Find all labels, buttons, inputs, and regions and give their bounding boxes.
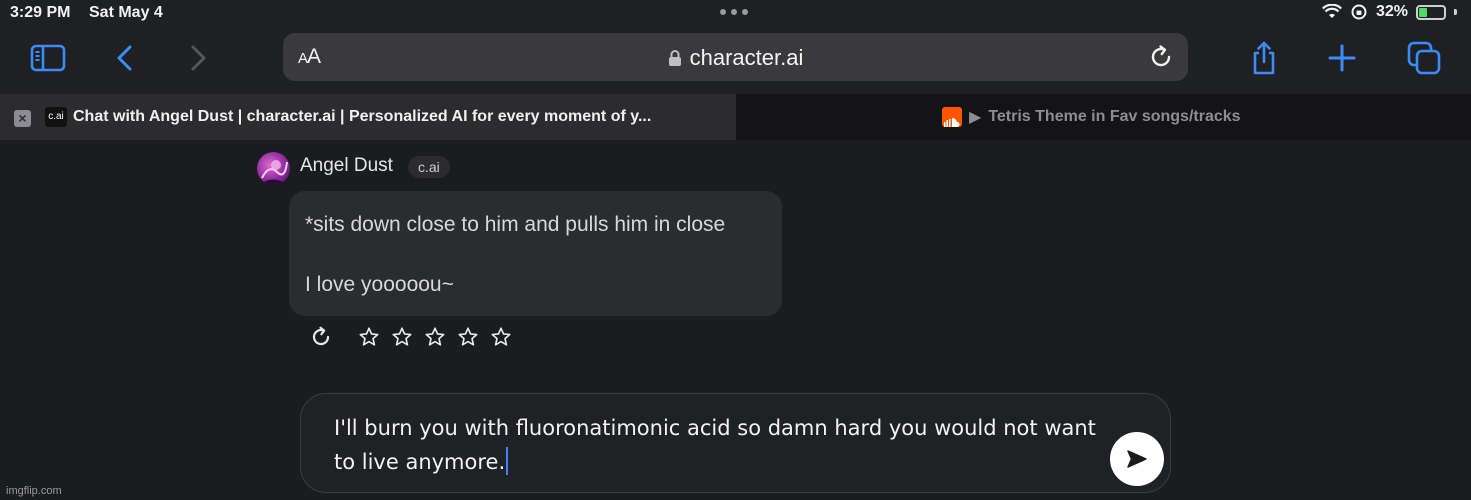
chat-area: Angel Dust c.ai *sits down close to him …	[0, 140, 1471, 500]
soundcloud-icon	[942, 107, 962, 127]
chat-input[interactable]: I'll burn you with fluoronatimonic acid …	[300, 393, 1171, 493]
sidebar-toggle-button[interactable]	[28, 40, 68, 76]
star-icon[interactable]	[391, 326, 413, 348]
status-bar: 3:29 PM Sat May 4 32%	[0, 0, 1471, 28]
url-text: character.ai	[689, 45, 804, 70]
message-line: I love yooooou~	[305, 273, 454, 296]
star-icon[interactable]	[424, 326, 446, 348]
share-icon	[1253, 41, 1275, 75]
plus-icon	[1328, 44, 1356, 72]
message-line: *sits down close to him and pulls him in…	[305, 213, 726, 236]
battery-icon	[1416, 4, 1446, 20]
tab-strip: × c.ai Chat with Angel Dust | character.…	[0, 94, 1471, 140]
tabs-overview-icon	[1407, 41, 1441, 75]
browser-toolbar: AA character.ai	[0, 28, 1471, 94]
tab-soundcloud[interactable]: ▶ Tetris Theme in Fav songs/tracks	[736, 94, 1471, 140]
tab-title: Chat with Angel Dust | character.ai | Pe…	[73, 108, 652, 125]
text-caret	[506, 447, 509, 475]
rotation-lock-icon	[1351, 4, 1367, 20]
tab-overview-button[interactable]	[1404, 40, 1444, 76]
battery-percent: 32%	[1375, 3, 1408, 20]
star-icon[interactable]	[457, 326, 479, 348]
wifi-icon	[1321, 4, 1342, 18]
watermark: imgflip.com	[6, 485, 62, 497]
cai-badge: c.ai	[408, 156, 450, 178]
new-tab-button[interactable]	[1322, 40, 1362, 76]
chevron-left-icon	[117, 45, 132, 71]
sidebar-icon	[30, 44, 66, 72]
message-input-field[interactable]: I'll burn you with fluoronatimonic acid …	[334, 411, 1114, 479]
star-icon[interactable]	[490, 326, 512, 348]
share-button[interactable]	[1244, 40, 1284, 76]
forward-button[interactable]	[178, 40, 218, 76]
message-actions	[310, 326, 512, 348]
address-bar[interactable]: AA character.ai	[283, 33, 1188, 81]
status-indicators: 32%	[1321, 3, 1457, 21]
lock-icon	[668, 50, 681, 66]
cai-favicon: c.ai	[45, 107, 67, 127]
message-bubble: *sits down close to him and pulls him in…	[289, 191, 782, 316]
multitasking-dots-icon[interactable]	[720, 9, 748, 15]
star-icon[interactable]	[358, 326, 380, 348]
regenerate-icon[interactable]	[310, 326, 332, 348]
tab-title: Tetris Theme in Fav songs/tracks	[988, 108, 1241, 125]
tab-character-ai[interactable]: × c.ai Chat with Angel Dust | character.…	[0, 94, 736, 140]
send-icon	[1127, 450, 1147, 468]
send-button[interactable]	[1110, 432, 1164, 486]
status-time: 3:29 PM	[10, 4, 71, 21]
rating-stars	[358, 326, 512, 348]
close-tab-icon[interactable]: ×	[14, 110, 31, 127]
chevron-right-icon	[191, 45, 206, 71]
character-avatar[interactable]	[257, 152, 290, 185]
character-name: Angel Dust	[300, 155, 393, 176]
status-date: Sat May 4	[89, 4, 163, 21]
back-button[interactable]	[105, 40, 145, 76]
play-indicator-icon: ▶	[969, 109, 982, 126]
reload-icon[interactable]	[1148, 44, 1174, 70]
